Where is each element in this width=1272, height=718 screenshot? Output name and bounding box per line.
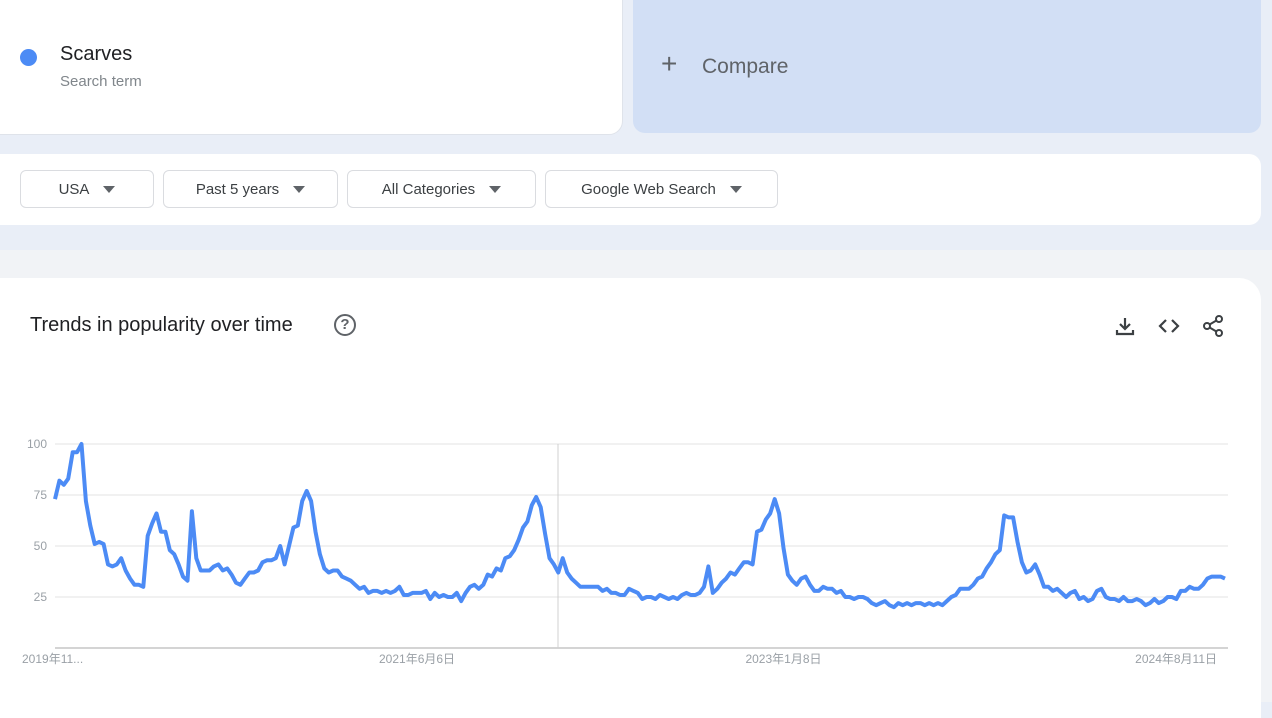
plus-icon: +	[661, 48, 678, 79]
trend-line-chart[interactable]: 25 50 75 100 2019年11... 2021年6月6日 2023年1月8日 202…	[0, 430, 1272, 670]
x-tick-label: 2019年11...	[22, 652, 83, 666]
y-tick-label: 50	[34, 539, 48, 553]
series-color-dot	[20, 49, 37, 66]
embed-code-icon[interactable]	[1157, 314, 1181, 338]
search-term-name[interactable]: Scarves	[60, 43, 132, 66]
chart-title: Trends in popularity over time	[30, 314, 293, 336]
help-circle-icon[interactable]: ?	[334, 314, 356, 336]
search-term-type: Search term	[60, 73, 142, 90]
caret-down-icon	[489, 185, 502, 193]
y-tick-label: 75	[34, 488, 48, 502]
x-tick-label: 2023年1月8日	[745, 652, 821, 666]
x-tick-label: 2024年8月11日	[1135, 652, 1217, 666]
filter-bar: USA Past 5 years All Categories Google W…	[0, 154, 1261, 225]
category-value: All Categories	[381, 180, 476, 198]
caret-down-icon	[729, 185, 742, 193]
download-icon[interactable]	[1113, 314, 1137, 338]
time-range-dropdown[interactable]: Past 5 years	[163, 170, 338, 208]
search-term-card[interactable]: Scarves Search term	[0, 0, 623, 135]
region-value: USA	[58, 180, 90, 198]
caret-down-icon	[103, 185, 116, 193]
x-tick-label: 2021年6月6日	[379, 652, 455, 666]
search-type-value: Google Web Search	[581, 180, 716, 198]
series-line-scarves	[53, 442, 1226, 610]
y-tick-label: 25	[34, 590, 48, 604]
region-dropdown[interactable]: USA	[20, 170, 154, 208]
search-type-dropdown[interactable]: Google Web Search	[545, 170, 778, 208]
category-dropdown[interactable]: All Categories	[347, 170, 536, 208]
time-range-value: Past 5 years	[195, 180, 280, 198]
compare-label: Compare	[702, 55, 789, 78]
y-tick-label: 100	[27, 437, 47, 451]
caret-down-icon	[293, 185, 306, 193]
share-icon[interactable]	[1201, 314, 1225, 338]
compare-button[interactable]: + Compare	[633, 0, 1261, 133]
